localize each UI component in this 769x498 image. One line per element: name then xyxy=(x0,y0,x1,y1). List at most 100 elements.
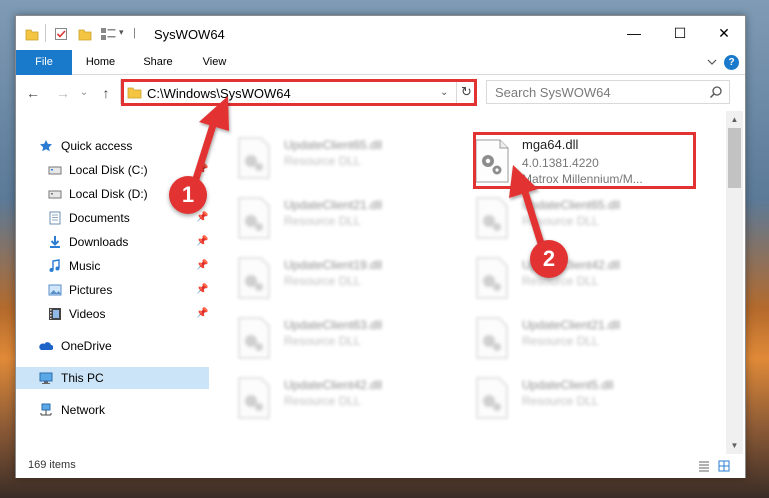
this-pc-icon xyxy=(39,372,53,384)
file-name: UpdateClient65.dll xyxy=(284,138,383,152)
nav-label: Pictures xyxy=(69,283,113,297)
file-item[interactable]: UpdateClient19.dll Resource DLL xyxy=(211,254,441,304)
file-item-mga64[interactable]: mga64.dll 4.0.1381.4220 Matrox Millenniu… xyxy=(474,136,689,194)
tab-file[interactable]: File xyxy=(16,50,72,75)
scroll-thumb[interactable] xyxy=(728,128,741,188)
title-pipe: | xyxy=(133,27,136,39)
recent-locations-button[interactable]: ⌄ xyxy=(76,84,92,102)
scroll-up-icon[interactable]: ▲ xyxy=(726,111,743,128)
file-type: Resource DLL xyxy=(522,334,599,348)
nav-label: This PC xyxy=(61,371,104,385)
large-icons-view-icon[interactable] xyxy=(718,460,730,472)
nav-label: Network xyxy=(61,403,106,417)
dll-file-icon xyxy=(476,317,508,359)
address-path: C:\Windows\SysWOW64 xyxy=(147,86,291,101)
nav-item-downloads[interactable]: Downloads 📌 xyxy=(16,231,209,253)
file-item[interactable]: UpdateClient63.dll Resource DLL xyxy=(211,314,441,364)
file-item[interactable]: UpdateClient65.dll Resource DLL xyxy=(211,134,441,184)
pin-icon[interactable]: 📌 xyxy=(196,164,208,175)
dll-file-icon xyxy=(238,377,270,419)
file-type: Resource DLL xyxy=(284,334,361,348)
nav-label: Local Disk (C:) xyxy=(69,163,148,177)
file-name: UpdateClient63.dll xyxy=(284,318,383,332)
dll-file-icon xyxy=(238,197,270,239)
pin-icon[interactable]: 📌 xyxy=(196,212,208,223)
minimize-icon: — xyxy=(627,25,641,41)
vertical-scrollbar[interactable]: ▲ ▼ xyxy=(726,111,743,454)
item-count: 169 items xyxy=(28,459,76,471)
title-separator xyxy=(45,24,46,42)
address-dropdown-icon[interactable]: ⌄ xyxy=(440,87,452,99)
details-view-icon[interactable] xyxy=(698,460,710,472)
file-name: mga64.dll xyxy=(522,137,579,152)
up-button[interactable]: ↑ xyxy=(98,84,114,102)
file-item[interactable]: UpdateClient21.dll Resource DLL xyxy=(449,314,679,364)
dll-file-icon xyxy=(476,257,508,299)
file-type: Resource DLL xyxy=(522,274,599,288)
help-button[interactable]: ? xyxy=(724,55,739,70)
pin-icon[interactable]: 📌 xyxy=(196,236,208,247)
downloads-icon xyxy=(50,236,60,248)
file-item[interactable]: UpdateClient21.dll Resource DLL xyxy=(211,194,441,244)
nav-item-videos[interactable]: Videos 📌 xyxy=(16,303,209,325)
properties-icon[interactable] xyxy=(54,27,68,41)
maximize-button[interactable]: ☐ xyxy=(657,16,703,50)
nav-label: OneDrive xyxy=(61,339,112,353)
navigation-bar: ← → ⌄ ↑ C:\Windows\SysWOW64 ⌄ ↻ xyxy=(16,75,745,111)
customize-quick-access-icon[interactable]: ▾ xyxy=(119,27,124,38)
forward-button[interactable]: → xyxy=(55,84,71,102)
address-bar[interactable]: C:\Windows\SysWOW64 ⌄ ↻ xyxy=(120,80,476,104)
nav-item-this-pc[interactable]: This PC xyxy=(16,367,209,389)
navigation-pane: Quick access Local Disk (C:) 📌 Local Dis… xyxy=(16,111,209,454)
title-bar: ▾ | SysWOW64 — ☐ ✕ xyxy=(16,16,745,50)
file-type: Resource DLL xyxy=(284,274,361,288)
refresh-button[interactable]: ↻ xyxy=(456,81,476,103)
scroll-down-icon[interactable]: ▼ xyxy=(726,437,743,454)
pictures-icon xyxy=(48,284,62,296)
maximize-icon: ☐ xyxy=(673,24,687,41)
file-name: UpdateClient65.dll xyxy=(522,198,621,212)
dll-file-icon xyxy=(238,317,270,359)
status-bar: 169 items xyxy=(16,454,745,478)
view-options-icon[interactable] xyxy=(100,27,116,41)
tab-view[interactable]: View xyxy=(192,50,237,75)
nav-item-quick-access[interactable]: Quick access xyxy=(16,135,209,157)
drive-icon xyxy=(48,190,62,199)
folder-icon[interactable] xyxy=(25,27,39,41)
nav-label: Music xyxy=(69,259,101,273)
file-type: Resource DLL xyxy=(522,394,599,408)
pin-icon[interactable]: 📌 xyxy=(196,284,208,295)
file-item[interactable]: UpdateClient42.dll Resource DLL xyxy=(211,374,441,424)
star-icon xyxy=(40,140,52,152)
file-item[interactable]: UpdateClient5.dll Resource DLL xyxy=(449,374,679,424)
nav-item-onedrive[interactable]: OneDrive xyxy=(16,335,209,357)
nav-item-pictures[interactable]: Pictures 📌 xyxy=(16,279,209,301)
tab-home[interactable]: Home xyxy=(78,50,123,75)
tab-share[interactable]: Share xyxy=(134,50,182,75)
minimize-button[interactable]: — xyxy=(611,16,657,50)
file-version: 4.0.1381.4220 xyxy=(522,156,599,170)
file-explorer-window: ▾ | SysWOW64 — ☐ ✕ File Home Share View … xyxy=(15,15,746,478)
file-type: Resource DLL xyxy=(284,394,361,408)
close-button[interactable]: ✕ xyxy=(701,16,747,50)
file-name: UpdateClient19.dll xyxy=(284,258,383,272)
search-icon[interactable] xyxy=(709,85,723,99)
file-item[interactable]: UpdateClient65.dll Resource DLL xyxy=(449,194,679,244)
close-icon: ✕ xyxy=(718,24,730,41)
nav-label: Documents xyxy=(69,211,130,225)
new-folder-icon[interactable] xyxy=(78,27,92,41)
file-type: Resource DLL xyxy=(522,214,599,228)
search-input[interactable] xyxy=(495,85,695,100)
expand-ribbon-icon[interactable] xyxy=(707,57,717,67)
back-button[interactable]: ← xyxy=(25,84,41,102)
dll-file-icon xyxy=(238,257,270,299)
pin-icon[interactable]: 📌 xyxy=(196,308,208,319)
dll-file-icon xyxy=(475,139,509,183)
pin-icon[interactable]: 📌 xyxy=(196,260,208,271)
file-name: UpdateClient21.dll xyxy=(284,198,383,212)
search-box[interactable] xyxy=(486,80,730,104)
file-list: UpdateClient65.dll Resource DLL UpdateCl… xyxy=(211,111,726,454)
file-name: UpdateClient21.dll xyxy=(522,318,621,332)
nav-item-network[interactable]: Network xyxy=(16,399,209,421)
nav-item-music[interactable]: Music 📌 xyxy=(16,255,209,277)
